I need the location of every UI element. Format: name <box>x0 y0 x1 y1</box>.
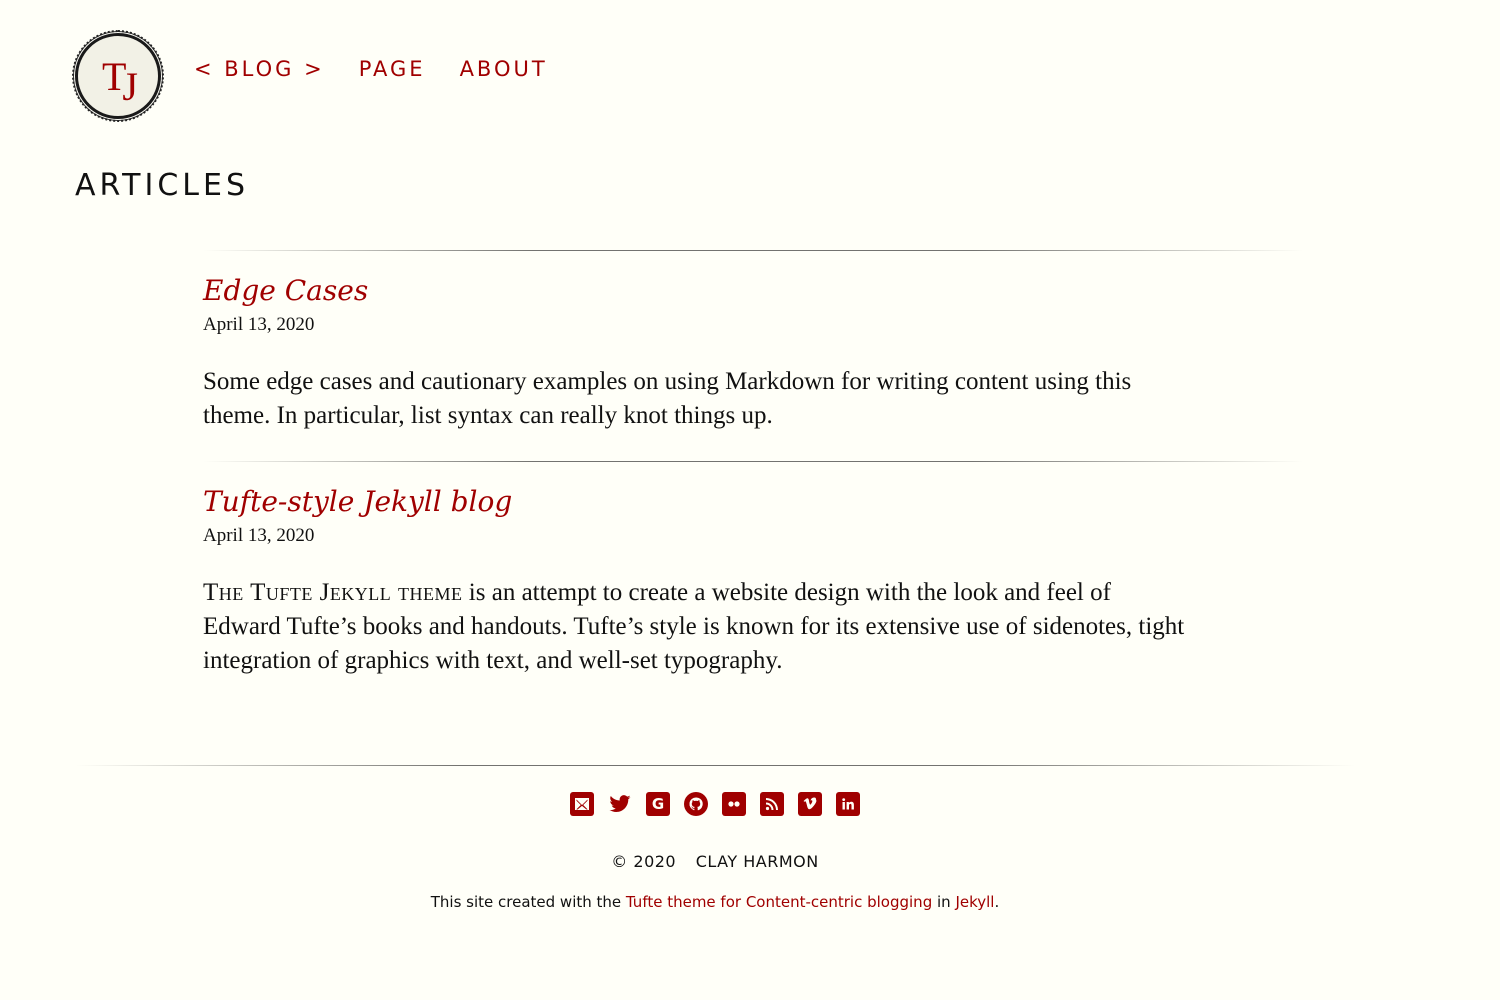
site-footer: G © 2020 CLAY HARMON This site created w… <box>75 765 1355 911</box>
vimeo-icon[interactable] <box>798 792 822 816</box>
article-date: April 13, 2020 <box>203 525 315 546</box>
flickr-icon[interactable] <box>722 792 746 816</box>
article-excerpt: Some edge cases and cautionary examples … <box>203 368 1132 429</box>
tufte-theme-link[interactable]: Tufte theme for Content-centric blogging <box>626 893 937 911</box>
credit-prefix: This site created with the <box>430 893 626 911</box>
github-icon[interactable] <box>684 792 708 816</box>
linkedin-icon[interactable] <box>836 792 860 816</box>
logo-monogram: TJ <box>78 36 158 116</box>
jekyll-link[interactable]: Jekyll <box>955 893 994 911</box>
logo-letter-j: J <box>122 63 137 109</box>
social-links: G <box>75 792 1355 816</box>
rss-icon[interactable] <box>760 792 784 816</box>
nav-about[interactable]: ABOUT <box>460 57 548 81</box>
email-icon[interactable] <box>570 792 594 816</box>
nav-blog[interactable]: < BLOG > <box>194 57 325 81</box>
site-header: TJ < BLOG > PAGE ABOUT <box>72 30 1375 122</box>
site-credit: This site created with the Tufte theme f… <box>75 893 1355 911</box>
article-item: Edge Cases April 13, 2020 Some edge case… <box>203 251 1303 433</box>
article-date: April 13, 2020 <box>203 314 315 335</box>
twitter-icon[interactable] <box>608 792 632 816</box>
copyright: © 2020 CLAY HARMON <box>75 852 1355 871</box>
article-list: Edge Cases April 13, 2020 Some edge case… <box>203 250 1303 706</box>
credit-mid: in <box>936 893 956 911</box>
page-title: ARTICLES <box>75 168 250 203</box>
copyright-name: CLAY HARMON <box>695 852 819 871</box>
excerpt-smallcaps: The Tufte Jekyll theme <box>203 579 463 606</box>
main-nav: < BLOG > PAGE ABOUT <box>194 57 548 81</box>
google-icon[interactable]: G <box>646 792 670 816</box>
article-title-link[interactable]: Tufte-style Jekyll blog <box>203 484 512 520</box>
footer-divider <box>75 765 1355 766</box>
copyright-year: © 2020 <box>611 852 677 871</box>
article-title-link[interactable]: Edge Cases <box>203 273 368 309</box>
logo-letter-t: T <box>101 53 127 99</box>
article-item: Tufte-style Jekyll blog April 13, 2020 T… <box>203 462 1303 678</box>
site-logo[interactable]: TJ <box>72 30 164 122</box>
nav-page[interactable]: PAGE <box>359 57 426 81</box>
credit-suffix: . <box>994 893 1000 911</box>
article-excerpt: The Tufte Jekyll theme is an attempt to … <box>203 576 1193 678</box>
